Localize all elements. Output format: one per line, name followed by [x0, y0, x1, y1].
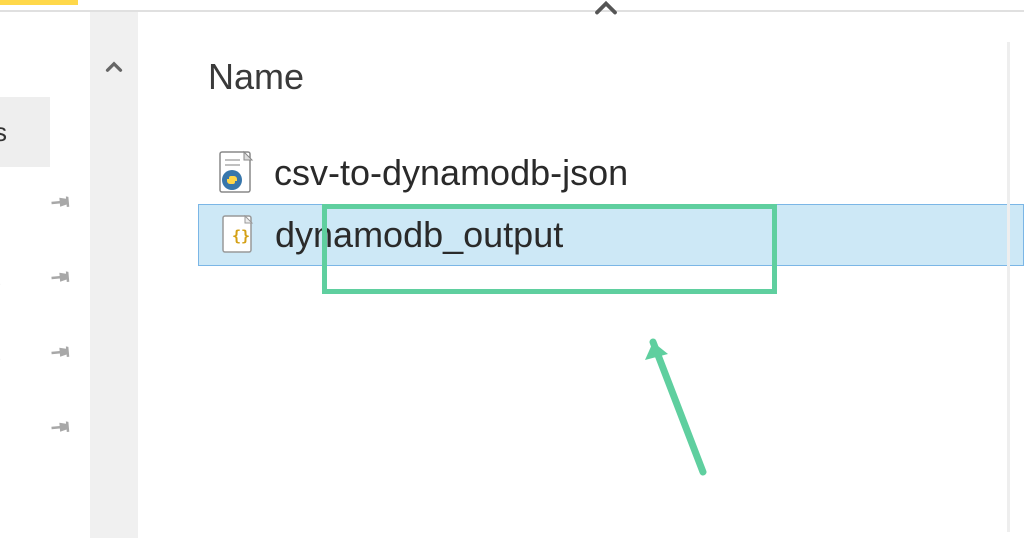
nav-scrollbar[interactable] — [90, 12, 138, 538]
file-name-label: csv-to-dynamodb-json — [274, 152, 628, 194]
column-divider — [1007, 42, 1010, 532]
pin-icon — [38, 183, 81, 226]
scroll-up-button[interactable] — [90, 42, 138, 92]
main-area: s s s — [0, 12, 1024, 538]
pinned-nav-item[interactable]: s — [0, 242, 85, 317]
file-list-area: Name csv-to-dynamodb-json — [138, 12, 1024, 538]
pinned-nav-item[interactable] — [0, 167, 85, 242]
file-row[interactable]: {} dynamodb_output — [198, 204, 1024, 266]
chevron-up-icon — [101, 54, 127, 80]
window-top-bar — [0, 0, 1024, 12]
nav-item-label-fragment: s — [0, 117, 7, 148]
pin-icon — [38, 408, 81, 451]
column-header-row: Name — [138, 42, 1024, 112]
python-file-icon — [218, 150, 256, 196]
nav-item-label-fragment: s — [0, 264, 1, 295]
json-file-icon: {} — [219, 212, 257, 258]
column-header-name[interactable]: Name — [208, 56, 304, 98]
nav-item-label-fragment: s — [0, 339, 1, 370]
nav-item[interactable]: s — [0, 97, 50, 167]
chevron-up-icon — [588, 0, 624, 26]
navigation-panel: s s s — [0, 12, 90, 538]
pinned-nav-item[interactable]: s — [0, 317, 85, 392]
svg-text:{}: {} — [232, 227, 250, 245]
folder-tab-edge — [0, 0, 78, 5]
annotation-arrow — [633, 322, 723, 487]
file-row[interactable]: csv-to-dynamodb-json — [138, 142, 1024, 204]
pinned-nav-item[interactable] — [0, 392, 85, 467]
pin-icon — [38, 258, 81, 301]
sort-indicator[interactable] — [588, 0, 624, 31]
file-list: csv-to-dynamodb-json {} dynamodb_output — [138, 142, 1024, 266]
file-name-label: dynamodb_output — [275, 214, 563, 256]
pin-icon — [38, 333, 81, 376]
